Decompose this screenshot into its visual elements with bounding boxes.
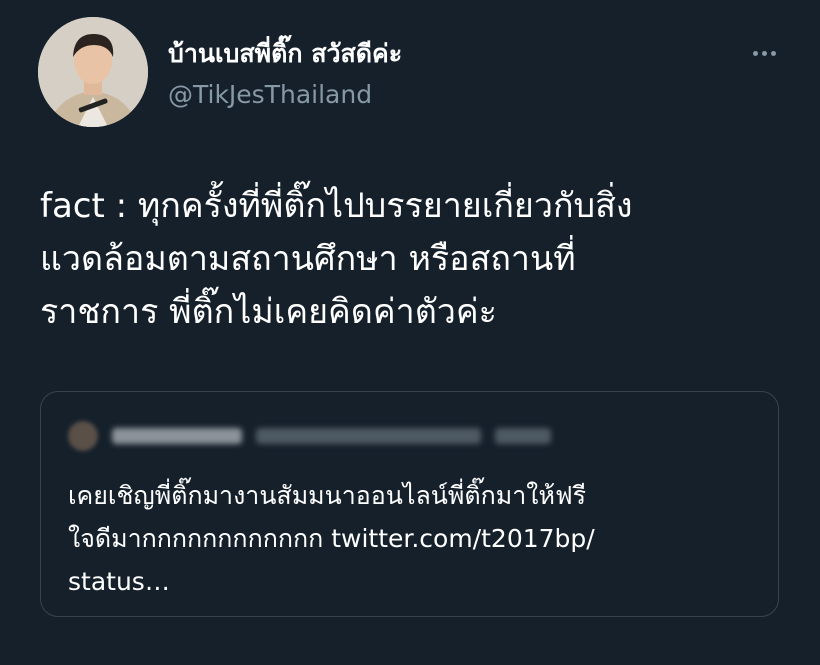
display-name[interactable]: บ้านเบสพี่ติ๊ก สวัสดีค่ะ: [168, 34, 402, 74]
tweet-text-line: fact : ทุกครั้งที่พี่ติ๊กไปบรรยายเกี่ยวก…: [40, 186, 633, 226]
quoted-time-blurred: [495, 428, 551, 444]
more-options-icon[interactable]: [744, 38, 784, 68]
dot: [752, 50, 758, 56]
dot: [761, 50, 767, 56]
quoted-text-line: เคยเชิญพี่ติ๊กมางานสัมมนาออนไลน์พี่ติ๊กม…: [68, 481, 587, 510]
dot: [770, 50, 776, 56]
quoted-avatar-blurred: [68, 421, 98, 451]
tweet-text: fact : ทุกครั้งที่พี่ติ๊กไปบรรยายเกี่ยวก…: [40, 180, 800, 339]
quoted-name-blurred: [112, 428, 242, 444]
quoted-tweet-text: เคยเชิญพี่ติ๊กมางานสัมมนาออนไลน์พี่ติ๊กม…: [68, 474, 758, 603]
avatar-photo: [38, 17, 148, 127]
quoted-tweet[interactable]: เคยเชิญพี่ติ๊กมางานสัมมนาออนไลน์พี่ติ๊กม…: [40, 391, 779, 617]
quoted-tweet-header: [68, 421, 551, 451]
quoted-text-line[interactable]: status…: [68, 560, 758, 603]
tweet-text-line: แวดล้อมตามสถานศึกษา หรือสถานที่: [40, 239, 576, 279]
quoted-text-line[interactable]: ใจดีมากกกกกกกกกกกก twitter.com/t2017bp/: [68, 517, 758, 560]
tweet-text-line: ราชการ พี่ติ๊กไม่เคยคิดค่าตัวค่ะ: [40, 292, 497, 332]
quoted-handle-blurred: [256, 428, 481, 444]
profile-avatar[interactable]: [38, 17, 148, 127]
tweet-card: บ้านเบสพี่ติ๊ก สวัสดีค่ะ @TikJesThailand…: [0, 0, 820, 665]
user-handle[interactable]: @TikJesThailand: [168, 80, 372, 109]
